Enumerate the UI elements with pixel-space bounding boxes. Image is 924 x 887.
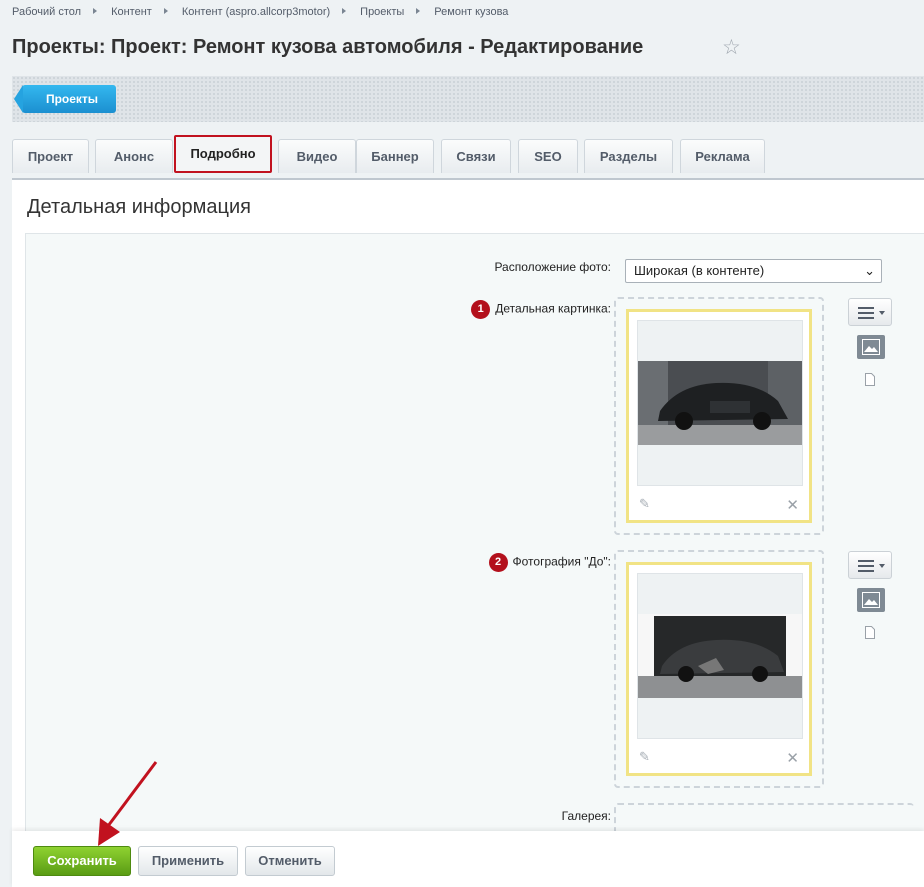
before-photo-label: Фотография "До": bbox=[512, 554, 612, 569]
detail-image-card: ✎ ✕ bbox=[626, 309, 812, 523]
image-preview-area bbox=[637, 573, 803, 739]
tab-ads[interactable]: Реклама bbox=[680, 139, 765, 173]
tab-banner[interactable]: Баннер bbox=[356, 139, 434, 173]
before-photo-label-row: 2 Фотография "До": bbox=[488, 553, 612, 572]
menu-icon bbox=[858, 307, 874, 322]
breadcrumb-item-content[interactable]: Контент bbox=[111, 6, 152, 18]
tab-seo[interactable]: SEO bbox=[518, 139, 578, 173]
chevron-down-icon bbox=[879, 311, 885, 315]
before-photo-thumbnail[interactable] bbox=[638, 614, 802, 698]
section-title: Детальная информация bbox=[27, 196, 251, 218]
photo-position-value: Широкая (в контенте) bbox=[634, 263, 765, 278]
content-panel: Детальная информация Расположение фото: … bbox=[12, 178, 924, 863]
detail-image-label: Детальная картинка: bbox=[495, 301, 611, 316]
page-title: Проекты: Проект: Ремонт кузова автомобил… bbox=[12, 36, 644, 58]
image-preview-area bbox=[637, 320, 803, 486]
detail-image-label-row: 1 Детальная картинка: bbox=[471, 300, 611, 319]
star-icon[interactable]: ☆ bbox=[722, 35, 741, 60]
form-actions-bar: Сохранить Применить Отменить bbox=[12, 831, 924, 887]
image-mode-icon[interactable] bbox=[857, 588, 885, 612]
tab-announce[interactable]: Анонс bbox=[95, 139, 173, 173]
form-area: Расположение фото: Широкая (в контенте) … bbox=[25, 233, 924, 863]
tab-details[interactable]: Подробно bbox=[174, 135, 272, 173]
breadcrumb-separator-icon bbox=[416, 8, 421, 14]
chevron-down-icon: ⌄ bbox=[864, 263, 875, 278]
apply-button[interactable]: Применить bbox=[138, 846, 238, 876]
save-button[interactable]: Сохранить bbox=[33, 846, 131, 876]
back-to-projects-button[interactable]: Проекты bbox=[14, 85, 116, 113]
step-badge: 1 bbox=[471, 300, 491, 319]
breadcrumb-item-current[interactable]: Ремонт кузова bbox=[434, 6, 508, 18]
before-photo-menu-button[interactable] bbox=[848, 551, 892, 579]
toolbar: Проекты bbox=[12, 76, 924, 122]
breadcrumb-item-desktop[interactable]: Рабочий стол bbox=[12, 6, 81, 18]
photo-position-select[interactable]: Широкая (в контенте) ⌄ bbox=[625, 259, 882, 283]
image-mode-icon[interactable] bbox=[857, 335, 885, 359]
breadcrumb-separator-icon bbox=[342, 8, 347, 14]
photo-position-label: Расположение фото: bbox=[494, 260, 611, 274]
gallery-label: Галерея: bbox=[561, 809, 611, 823]
tab-project[interactable]: Проект bbox=[12, 139, 89, 173]
before-photo-dropzone[interactable]: ✎ ✕ bbox=[614, 550, 824, 788]
tab-links[interactable]: Связи bbox=[441, 139, 511, 173]
breadcrumb-separator-icon bbox=[93, 8, 98, 14]
chevron-down-icon bbox=[879, 564, 885, 568]
file-mode-icon[interactable] bbox=[865, 626, 875, 639]
breadcrumb-item-projects[interactable]: Проекты bbox=[360, 6, 404, 18]
delete-icon[interactable]: ✕ bbox=[786, 496, 799, 514]
detail-image-dropzone[interactable]: ✎ ✕ bbox=[614, 297, 824, 535]
breadcrumb: Рабочий стол Контент Контент (aspro.allcor… bbox=[12, 6, 508, 18]
file-mode-icon[interactable] bbox=[865, 373, 875, 386]
tab-sections[interactable]: Разделы bbox=[584, 139, 673, 173]
tab-video[interactable]: Видео bbox=[278, 139, 356, 173]
before-photo-card: ✎ ✕ bbox=[626, 562, 812, 776]
detail-image-thumbnail[interactable] bbox=[638, 361, 802, 445]
menu-icon bbox=[858, 560, 874, 575]
edit-pencil-icon[interactable]: ✎ bbox=[639, 749, 650, 765]
step-badge: 2 bbox=[488, 553, 508, 572]
delete-icon[interactable]: ✕ bbox=[786, 749, 799, 767]
edit-pencil-icon[interactable]: ✎ bbox=[639, 496, 650, 512]
cancel-button[interactable]: Отменить bbox=[245, 846, 335, 876]
detail-image-menu-button[interactable] bbox=[848, 298, 892, 326]
breadcrumb-item-content-module[interactable]: Контент (aspro.allcorp3motor) bbox=[182, 6, 330, 18]
breadcrumb-separator-icon bbox=[163, 8, 168, 14]
